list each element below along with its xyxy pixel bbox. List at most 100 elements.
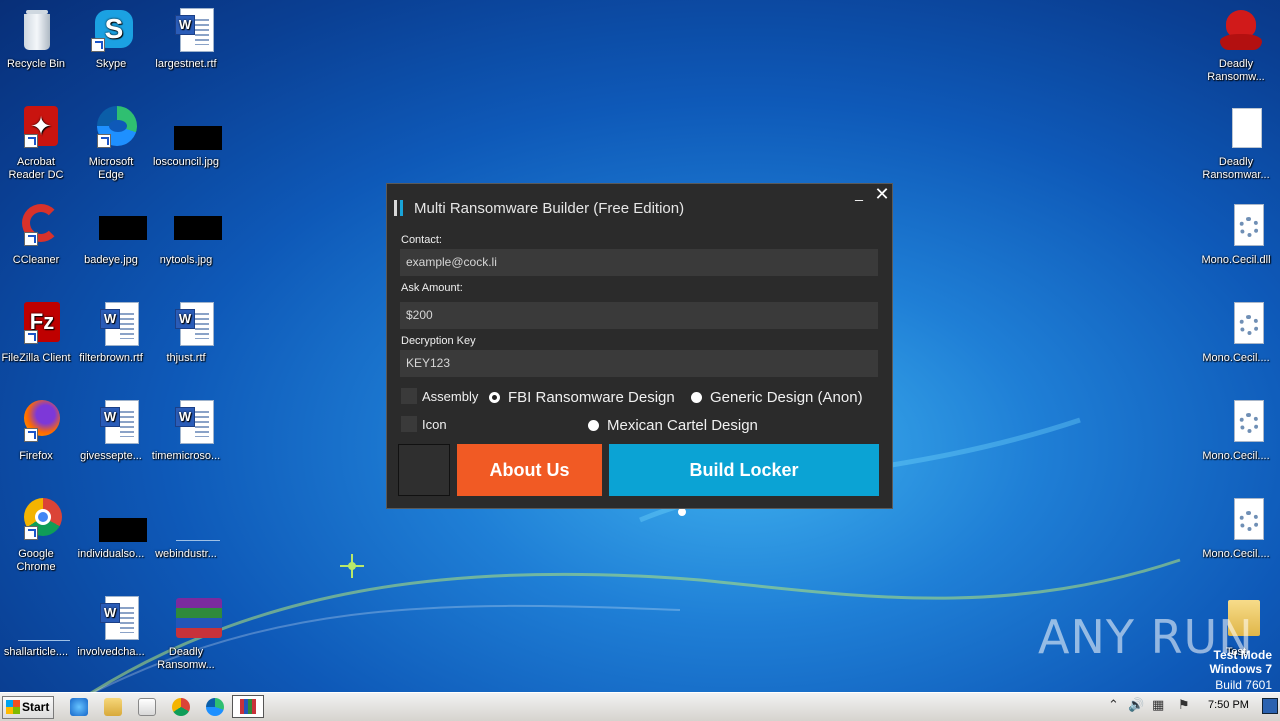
desktop-icon-involvedcha[interactable]: W involvedcha...	[75, 594, 147, 659]
desktop-icon-thjust[interactable]: W thjust.rtf	[150, 300, 222, 365]
desktop-icon-label: Mono.Cecil....	[1202, 548, 1270, 560]
desktop-icon-deadly-rar[interactable]: Deadly Ransomw...	[150, 594, 222, 672]
build-line: Build 7601	[1215, 678, 1272, 692]
desktop-icon-label: nytools.jpg	[159, 254, 213, 266]
key-label: Decryption Key	[401, 335, 476, 347]
desktop-icon-edge[interactable]: Microsoft Edge	[75, 104, 147, 182]
desktop-icon-label: Acrobat Reader DC	[8, 156, 64, 181]
desktop-icon-loscouncil[interactable]: loscouncil.jpg	[150, 104, 222, 169]
desktop-icon-badeye[interactable]: badeye.jpg	[75, 202, 147, 267]
media-player-icon[interactable]	[138, 698, 156, 716]
decryption-key-input[interactable]: KEY123	[400, 350, 878, 377]
desktop-icon-mono-cecil-dll[interactable]: Mono.Cecil.dll	[1200, 202, 1272, 267]
desktop-icon-recycle-bin[interactable]: Recycle Bin	[0, 6, 72, 71]
desktop-icon-largestnet[interactable]: W largestnet.rtf	[150, 6, 222, 71]
desktop-icon-chrome[interactable]: Google Chrome	[0, 496, 72, 574]
desktop-icon-label: shallarticle....	[3, 646, 69, 658]
image-file-icon	[87, 496, 147, 544]
contact-input[interactable]: example@cock.li	[400, 249, 878, 276]
volume-icon[interactable]: 🔊	[1128, 697, 1144, 713]
desktop-icon-givessepte[interactable]: W givessepte...	[75, 398, 147, 463]
fbi-design-radio[interactable]	[489, 392, 500, 403]
desktop-icon-timemicroso[interactable]: W timemicroso...	[150, 398, 222, 463]
desktop-icon-filterbrown[interactable]: W filterbrown.rtf	[75, 300, 147, 365]
desktop-icon-filezilla[interactable]: Fz FileZilla Client	[0, 300, 72, 365]
builder-taskbar-button[interactable]	[232, 695, 264, 718]
recycle-bin-icon	[12, 6, 60, 54]
word-document-icon: W	[162, 398, 214, 446]
desktop-icon-deadly-exe[interactable]: Deadly Ransomw...	[1200, 6, 1272, 84]
chrome-taskbar-icon[interactable]	[172, 698, 190, 716]
desktop-icon-mono-cecil-4[interactable]: Mono.Cecil....	[1200, 496, 1272, 561]
desktop-icon-label: filterbrown.rtf	[79, 352, 143, 364]
desktop-icon-webindustr[interactable]: webindustr...	[150, 496, 222, 561]
desktop-icon-firefox[interactable]: Firefox	[0, 398, 72, 463]
show-desktop-icon[interactable]	[1262, 698, 1278, 714]
dll-file-icon	[1212, 496, 1264, 544]
tray-expand-icon[interactable]: ⌃	[1108, 697, 1119, 713]
build-locker-button[interactable]: Build Locker	[609, 444, 879, 496]
desktop-icon-ccleaner[interactable]: CCleaner	[0, 202, 72, 267]
taskbar: Start ⌃ 🔊 ▦ ⚑ 7:50 PM	[0, 692, 1280, 721]
desktop-icon-acrobat[interactable]: ✦ Acrobat Reader DC	[0, 104, 72, 182]
filezilla-icon: Fz	[12, 300, 60, 348]
amount-input[interactable]: $200	[400, 302, 878, 329]
fbi-design-label[interactable]: FBI Ransomware Design	[508, 389, 675, 406]
flag-icon[interactable]: ⚑	[1178, 697, 1190, 713]
windows-logo-icon	[6, 700, 20, 714]
desktop-icon-label: individualso...	[77, 548, 145, 560]
icon-label: Icon	[422, 417, 447, 432]
icon-preview-box[interactable]	[398, 444, 450, 496]
firefox-icon	[12, 398, 60, 446]
icon-checkbox[interactable]	[401, 416, 417, 432]
desktop-icon-shallarticle[interactable]: shallarticle....	[0, 594, 72, 659]
desktop-icon-nytools[interactable]: nytools.jpg	[150, 202, 222, 267]
file-explorer-icon[interactable]	[104, 698, 122, 716]
windows-version-line: Windows 7	[1209, 662, 1272, 676]
title-accent-bar	[394, 200, 397, 216]
about-us-button[interactable]: About Us	[457, 444, 602, 496]
generic-design-label[interactable]: Generic Design (Anon)	[710, 389, 863, 406]
blank-file-icon	[1212, 104, 1262, 152]
dll-file-icon	[1212, 300, 1264, 348]
internet-explorer-icon[interactable]	[70, 698, 88, 716]
contact-label: Contact:	[401, 234, 442, 246]
desktop-icon-label: Skype	[95, 58, 127, 70]
mexican-design-radio[interactable]	[588, 420, 599, 431]
desktop-icon-deadly-file[interactable]: Deadly Ransomwar...	[1200, 104, 1272, 182]
winrar-archive-icon	[162, 594, 222, 642]
system-tray: ⌃ 🔊 ▦ ⚑	[1104, 695, 1204, 718]
desktop-icon-mono-cecil-3[interactable]: Mono.Cecil....	[1200, 398, 1272, 463]
desktop-icon-label: FileZilla Client	[1, 352, 71, 364]
word-document-icon: W	[162, 300, 214, 348]
word-document-icon: W	[87, 594, 139, 642]
image-file-icon	[162, 104, 222, 152]
word-document-icon: W	[162, 6, 214, 54]
minimize-button[interactable]: _	[852, 186, 866, 206]
desktop-icon-individualso[interactable]: individualso...	[75, 496, 147, 561]
close-button[interactable]: ✕	[873, 184, 891, 204]
desktop-icon-label: Mono.Cecil....	[1202, 352, 1270, 364]
acrobat-icon: ✦	[12, 104, 60, 152]
word-document-icon: W	[87, 398, 139, 446]
desktop-icon-label: Recycle Bin	[6, 58, 66, 70]
desktop-icon-label: Mono.Cecil.dll	[1201, 254, 1271, 266]
desktop-icon-label: thjust.rtf	[166, 352, 206, 364]
desktop-icon-mono-cecil-2[interactable]: Mono.Cecil....	[1200, 300, 1272, 365]
desktop-icon-skype[interactable]: S Skype	[75, 6, 147, 71]
network-icon[interactable]: ▦	[1152, 697, 1164, 713]
desktop-icon-label: Google Chrome	[16, 548, 56, 573]
ccleaner-icon	[12, 202, 60, 250]
start-button[interactable]: Start	[2, 696, 54, 719]
generic-design-radio[interactable]	[691, 392, 702, 403]
window-title: Multi Ransomware Builder (Free Edition)	[414, 200, 685, 217]
desktop-icon-label: loscouncil.jpg	[152, 156, 220, 168]
taskbar-clock[interactable]: 7:50 PM	[1208, 699, 1249, 711]
desktop-icon-label: Microsoft Edge	[88, 156, 134, 181]
assembly-checkbox[interactable]	[401, 388, 417, 404]
desktop-icon-label: CCleaner	[12, 254, 60, 266]
edge-taskbar-icon[interactable]	[206, 698, 224, 716]
desktop-icon-label: Deadly Ransomwar...	[1202, 156, 1270, 181]
mexican-design-label[interactable]: Mexican Cartel Design	[607, 417, 758, 434]
desktop-icon-label: timemicroso...	[151, 450, 221, 462]
